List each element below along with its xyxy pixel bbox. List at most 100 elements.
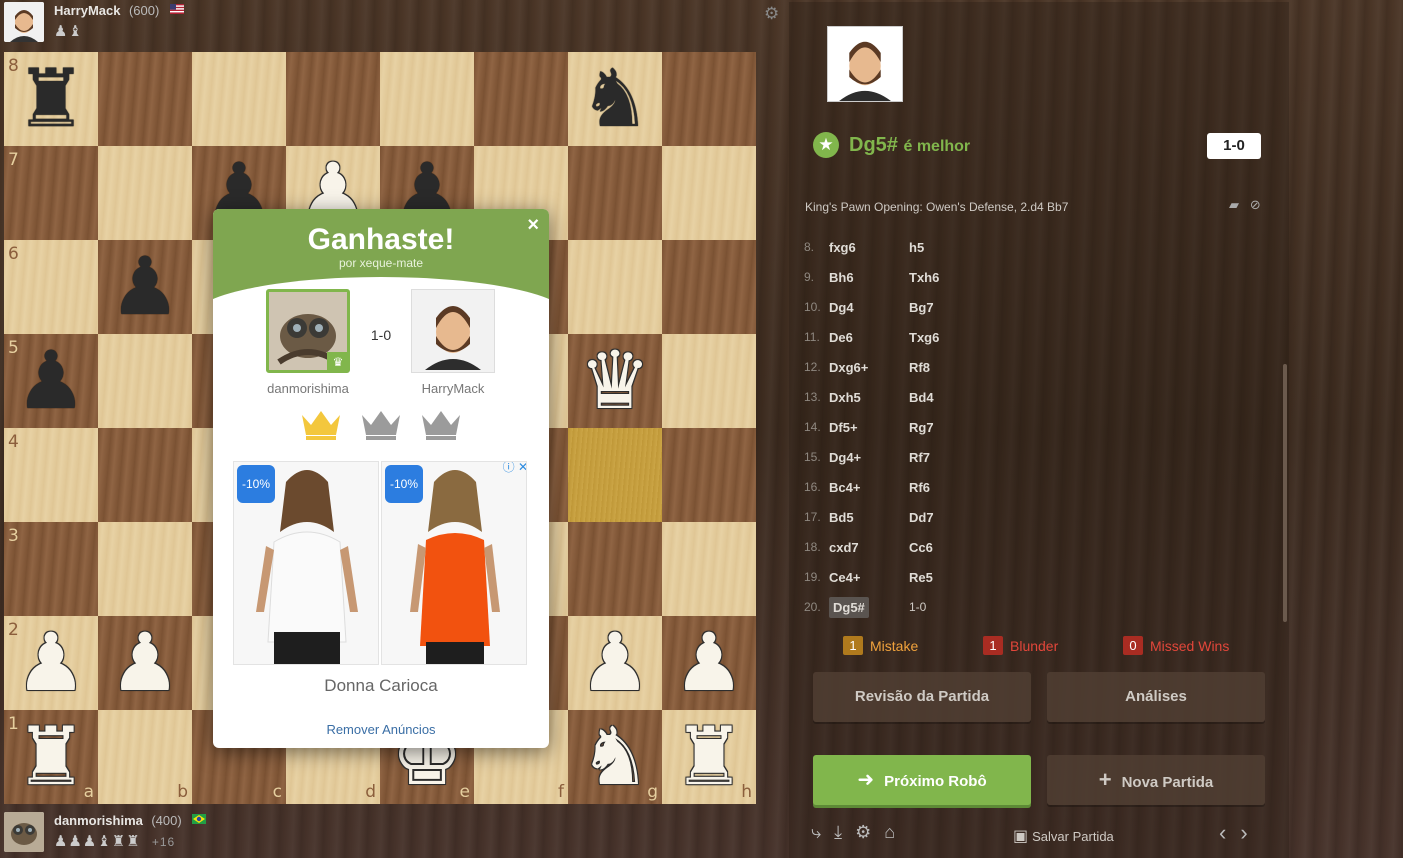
square-b7[interactable]: [98, 146, 192, 240]
white-move[interactable]: De6: [829, 330, 909, 345]
black-move[interactable]: Re5: [909, 570, 989, 585]
square-b3[interactable]: [98, 522, 192, 616]
white-move[interactable]: Dg4: [829, 300, 909, 315]
close-icon[interactable]: ×: [527, 214, 539, 237]
missed-wins-tally[interactable]: 0 Missed Wins: [1123, 636, 1229, 655]
white-pawn[interactable]: ♟: [4, 616, 98, 710]
blunder-tally[interactable]: 1 Blunder: [983, 636, 1058, 655]
square-d8[interactable]: [286, 52, 380, 146]
square-a3[interactable]: 3: [4, 522, 98, 616]
square-f8[interactable]: [474, 52, 568, 146]
white-move[interactable]: Dxh5: [829, 390, 909, 405]
top-player-name[interactable]: HarryMack: [54, 3, 121, 18]
white-move[interactable]: Ce4+: [829, 570, 909, 585]
white-rook[interactable]: ♜: [662, 710, 756, 804]
square-a2[interactable]: 2 ♟: [4, 616, 98, 710]
black-move[interactable]: Bd4: [909, 390, 989, 405]
square-a7[interactable]: 7: [4, 146, 98, 240]
square-g1[interactable]: g ♞: [568, 710, 662, 804]
square-g2[interactable]: ♟: [568, 616, 662, 710]
bottom-player-name[interactable]: danmorishima: [54, 813, 143, 828]
board-settings-gear-icon[interactable]: ⚙: [764, 4, 782, 23]
opening-name[interactable]: King's Pawn Opening: Owen's Defense, 2.d…: [805, 200, 1068, 214]
black-pawn[interactable]: ♟: [98, 240, 192, 334]
black-move[interactable]: Rf7: [909, 450, 989, 465]
white-move[interactable]: Bc4+: [829, 480, 909, 495]
new-game-button[interactable]: + Nova Partida: [1047, 755, 1265, 805]
next-arrow-icon[interactable]: ›: [1240, 820, 1261, 845]
square-a4[interactable]: 4: [4, 428, 98, 522]
ad-product-white-top[interactable]: -10%: [233, 461, 379, 665]
advertisement[interactable]: -10% -10% ⓘ ✕: [233, 461, 529, 665]
remove-ads-link[interactable]: Remover Anúncios: [213, 722, 549, 737]
ad-info-close-icon[interactable]: ⓘ ✕: [503, 462, 526, 475]
black-move[interactable]: Rf6: [909, 480, 989, 495]
save-game-button[interactable]: ▣ Salvar Partida: [1013, 826, 1114, 846]
ad-brand-name[interactable]: Donna Carioca: [213, 676, 549, 696]
square-g4-highlight[interactable]: [568, 428, 662, 522]
square-b5[interactable]: [98, 334, 192, 428]
square-c8[interactable]: [192, 52, 286, 146]
book-icon[interactable]: ▰: [1229, 197, 1239, 212]
square-h7[interactable]: [662, 146, 756, 240]
square-e8[interactable]: [380, 52, 474, 146]
game-review-button[interactable]: Revisão da Partida: [813, 672, 1031, 722]
black-pawn[interactable]: ♟: [4, 334, 98, 428]
white-move[interactable]: Dxg6+: [829, 360, 909, 375]
mistake-tally[interactable]: 1 Mistake: [843, 636, 918, 655]
square-h3[interactable]: [662, 522, 756, 616]
black-move[interactable]: Txg6: [909, 330, 989, 345]
square-h5[interactable]: [662, 334, 756, 428]
black-rook[interactable]: ♜: [4, 52, 98, 146]
black-move[interactable]: Rg7: [909, 420, 989, 435]
black-move[interactable]: Bg7: [909, 300, 989, 315]
black-knight[interactable]: ♞: [568, 52, 662, 146]
ad-product-orange-top[interactable]: -10% ⓘ ✕: [381, 461, 527, 665]
square-b2[interactable]: ♟: [98, 616, 192, 710]
square-h4[interactable]: [662, 428, 756, 522]
white-move[interactable]: cxd7: [829, 540, 909, 555]
square-h2[interactable]: ♟: [662, 616, 756, 710]
white-knight[interactable]: ♞: [568, 710, 662, 804]
black-move[interactable]: Rf8: [909, 360, 989, 375]
square-g5[interactable]: ♛: [568, 334, 662, 428]
white-move[interactable]: Dg4+: [829, 450, 909, 465]
library-icon[interactable]: ⌂: [884, 822, 895, 842]
analysis-button[interactable]: Análises: [1047, 672, 1265, 722]
bottom-player-avatar[interactable]: [4, 812, 44, 852]
compass-icon[interactable]: ⊘: [1250, 197, 1261, 212]
black-move[interactable]: Dd7: [909, 510, 989, 525]
current-white-move[interactable]: Dg5#: [829, 596, 909, 618]
square-a6[interactable]: 6: [4, 240, 98, 334]
next-bot-button[interactable]: ➜ Próximo Robô: [813, 755, 1031, 805]
square-g8[interactable]: ♞: [568, 52, 662, 146]
gear-icon[interactable]: ⚙: [855, 822, 871, 842]
black-move[interactable]: Cc6: [909, 540, 989, 555]
black-move[interactable]: h5: [909, 240, 989, 255]
share-icon[interactable]: ⤷: [811, 822, 821, 842]
square-h8[interactable]: [662, 52, 756, 146]
square-b8[interactable]: [98, 52, 192, 146]
previous-arrow-icon[interactable]: ‹: [1219, 820, 1240, 845]
white-queen[interactable]: ♛: [568, 334, 662, 428]
square-g7[interactable]: [568, 146, 662, 240]
square-b1[interactable]: b: [98, 710, 192, 804]
move-list-scrollbar[interactable]: [1283, 364, 1287, 622]
square-b6[interactable]: ♟: [98, 240, 192, 334]
square-g3[interactable]: [568, 522, 662, 616]
square-h1[interactable]: h ♜: [662, 710, 756, 804]
white-pawn[interactable]: ♟: [98, 616, 192, 710]
white-move[interactable]: Bh6: [829, 270, 909, 285]
white-move[interactable]: Df5+: [829, 420, 909, 435]
square-h6[interactable]: [662, 240, 756, 334]
white-pawn[interactable]: ♟: [662, 616, 756, 710]
white-move[interactable]: Bd5: [829, 510, 909, 525]
white-move[interactable]: fxg6: [829, 240, 909, 255]
top-player-avatar[interactable]: [4, 2, 44, 42]
square-g6[interactable]: [568, 240, 662, 334]
white-pawn[interactable]: ♟: [568, 616, 662, 710]
download-icon[interactable]: ⤓: [834, 822, 842, 842]
square-a1[interactable]: 1 a ♜: [4, 710, 98, 804]
square-a5[interactable]: 5 ♟: [4, 334, 98, 428]
square-a8[interactable]: 8 ♜: [4, 52, 98, 146]
